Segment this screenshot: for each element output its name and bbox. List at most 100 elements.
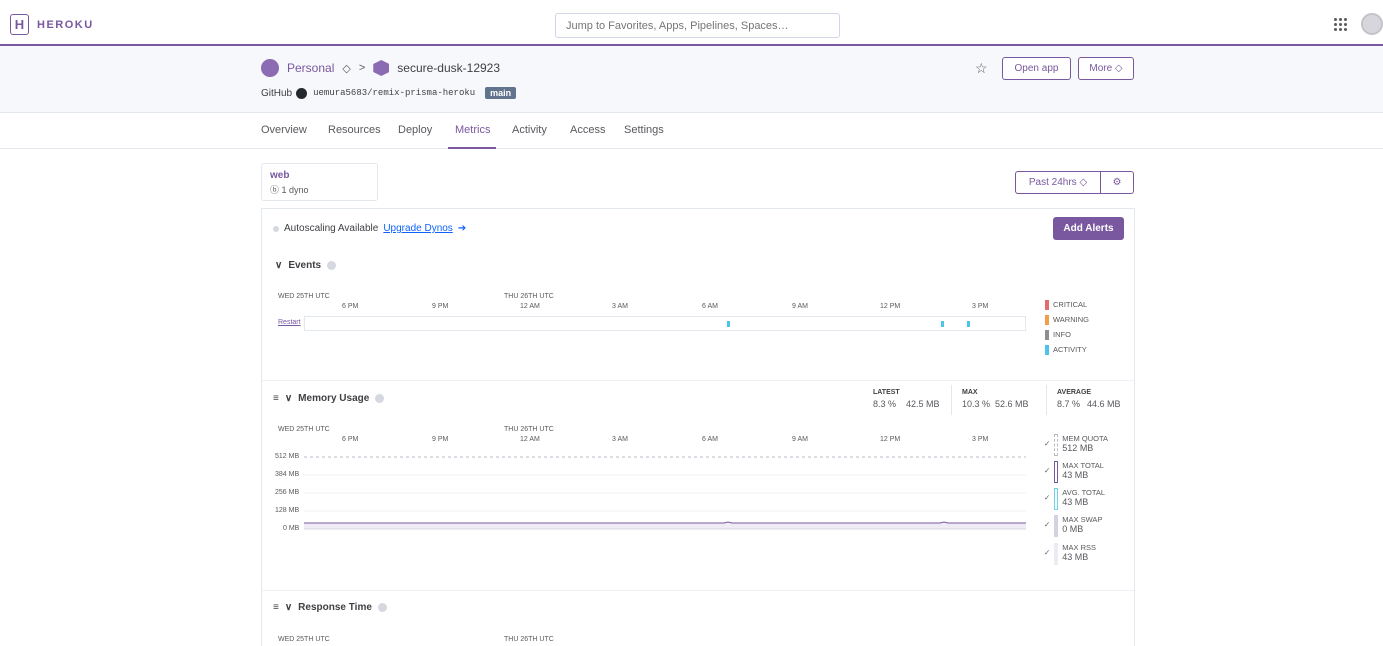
more-button[interactable]: More ◇ [1078, 57, 1134, 80]
legend-max-swap[interactable]: ✓ MAX SWAP 0 MB [1044, 515, 1102, 537]
drag-handle-icon[interactable]: ≡ [273, 602, 279, 613]
tick-label: 12 AM [520, 436, 540, 443]
tick-label: 6 PM [342, 436, 359, 443]
timerange-control: Past 24hrs ◇ ⚙ [1015, 171, 1134, 194]
y-tick-label: 256 MB [275, 489, 300, 496]
tick-label: 12 AM [520, 303, 540, 310]
tab-settings[interactable]: Settings [624, 124, 664, 136]
stat-latest-pct: 8.3 % [873, 399, 897, 409]
gear-icon[interactable]: ⚙ [1101, 172, 1133, 193]
chevron-down-icon[interactable]: ∨ [285, 602, 292, 613]
legend-max-rss[interactable]: ✓ MAX RSS 43 MB [1044, 543, 1096, 565]
section-divider [262, 590, 1134, 591]
tick-label: 3 PM [972, 436, 989, 443]
day-label-wed: WED 25TH UTC [278, 293, 330, 300]
star-icon[interactable]: ☆ [975, 60, 988, 77]
tab-bar: Overview Resources Deploy Metrics Activi… [0, 113, 1383, 149]
heroku-logo-text: HEROKU [37, 18, 94, 31]
day-label-wed: WED 25TH UTC [278, 426, 330, 433]
legend-avg-total[interactable]: ✓ AVG. TOTAL 43 MB [1044, 488, 1105, 510]
tick-label: 6 AM [702, 303, 718, 310]
activity-event-marker [967, 321, 970, 327]
tick-label: 3 PM [972, 303, 989, 310]
legend-max-total[interactable]: ✓ MAX TOTAL 43 MB [1044, 461, 1104, 483]
check-icon: ✓ [1044, 520, 1051, 529]
legend-mem-quota[interactable]: ✓ MEM QUOTA 512 MB [1044, 434, 1108, 456]
day-label-thu: THU 26TH UTC [504, 426, 554, 433]
status-dot-icon [273, 225, 279, 232]
y-tick-label: 128 MB [275, 507, 300, 514]
drag-handle-icon[interactable]: ≡ [273, 393, 279, 404]
stat-latest-mb: 42.5 MB [906, 399, 940, 409]
tick-label: 3 AM [612, 303, 628, 310]
tick-label: 9 PM [432, 303, 449, 310]
dyno-selector[interactable]: web ⓑ 1 dyno [261, 163, 378, 201]
tab-resources[interactable]: Resources [328, 124, 381, 136]
mem-area [304, 523, 1026, 529]
memory-chart[interactable] [304, 453, 1027, 533]
active-tab-indicator [448, 147, 496, 149]
y-tick-label: 512 MB [275, 453, 300, 460]
day-label-thu: THU 26TH UTC [504, 293, 554, 300]
memory-title: Memory Usage [298, 393, 370, 404]
search-input[interactable] [555, 13, 840, 38]
chevron-down-icon[interactable]: ∨ [275, 260, 282, 271]
max-total-line [304, 521, 1026, 524]
tab-activity[interactable]: Activity [512, 124, 547, 136]
check-icon: ✓ [1044, 466, 1051, 475]
apps-grid-icon[interactable] [1334, 18, 1348, 32]
events-header[interactable]: ∨ Events [275, 260, 337, 271]
stat-max-label: MAX [962, 389, 978, 396]
response-time-title: Response Time [298, 602, 372, 613]
app-hexagon-icon [373, 60, 390, 76]
app-header: Personal ◇ > secure-dusk-12923 GitHub ue… [0, 46, 1383, 113]
tab-deploy[interactable]: Deploy [398, 124, 432, 136]
github-label: GitHub [261, 87, 293, 99]
info-icon[interactable] [327, 261, 337, 270]
app-name: secure-dusk-12923 [397, 61, 501, 75]
check-icon: ✓ [1044, 548, 1051, 557]
memory-header[interactable]: ≡ ∨ Memory Usage [273, 393, 385, 404]
github-icon [296, 87, 308, 99]
breadcrumb-personal[interactable]: Personal [287, 61, 334, 75]
stat-max-mb: 52.6 MB [995, 399, 1029, 409]
tab-metrics[interactable]: Metrics [455, 124, 490, 136]
arrow-circle-icon[interactable]: ➔ [458, 223, 466, 234]
tick-label: 6 PM [342, 303, 359, 310]
response-time-header[interactable]: ≡ ∨ Response Time [273, 602, 387, 613]
day-label-thu: THU 26TH UTC [504, 636, 554, 643]
stat-max-pct: 10.3 % [962, 399, 991, 409]
timerange-select[interactable]: Past 24hrs ◇ [1016, 172, 1101, 193]
stat-latest-label: LATEST [873, 389, 900, 396]
info-icon[interactable] [377, 603, 387, 612]
activity-event-marker [727, 321, 730, 327]
tick-label: 6 AM [702, 436, 718, 443]
events-title: Events [288, 260, 322, 271]
add-alerts-button[interactable]: Add Alerts [1053, 217, 1124, 240]
legend-critical: CRITICAL [1045, 300, 1087, 310]
dyno-count: ⓑ 1 dyno [270, 185, 309, 195]
avatar[interactable] [1361, 13, 1383, 35]
dyno-type: web [270, 170, 290, 181]
tab-access[interactable]: Access [570, 124, 605, 136]
legend-activity: ACTIVITY [1045, 345, 1087, 355]
y-tick-label: 0 MB [283, 525, 300, 532]
heroku-logo-icon: H [10, 14, 29, 35]
upgrade-dynos-link[interactable]: Upgrade Dynos [383, 223, 452, 234]
info-icon[interactable] [375, 394, 385, 403]
tab-overview[interactable]: Overview [261, 124, 307, 136]
heroku-logo[interactable]: H HEROKU [10, 14, 94, 35]
day-label-wed: WED 25TH UTC [278, 636, 330, 643]
stat-avg-label: AVERAGE [1057, 389, 1092, 396]
restart-row-label[interactable]: Restart [278, 319, 301, 326]
legend-warning: WARNING [1045, 315, 1089, 325]
breadcrumb: Personal ◇ > secure-dusk-12923 [261, 59, 500, 77]
chevron-down-icon[interactable]: ∨ [285, 393, 292, 404]
check-icon: ✓ [1044, 439, 1051, 448]
open-app-button[interactable]: Open app [1002, 57, 1071, 80]
repo-link[interactable]: uemura5683/remix-prisma-heroku [313, 88, 475, 98]
chevron-updown-icon[interactable]: ◇ [342, 62, 350, 75]
tick-label: 9 PM [432, 436, 449, 443]
tick-label: 12 PM [880, 436, 901, 443]
tick-label: 9 AM [792, 436, 808, 443]
